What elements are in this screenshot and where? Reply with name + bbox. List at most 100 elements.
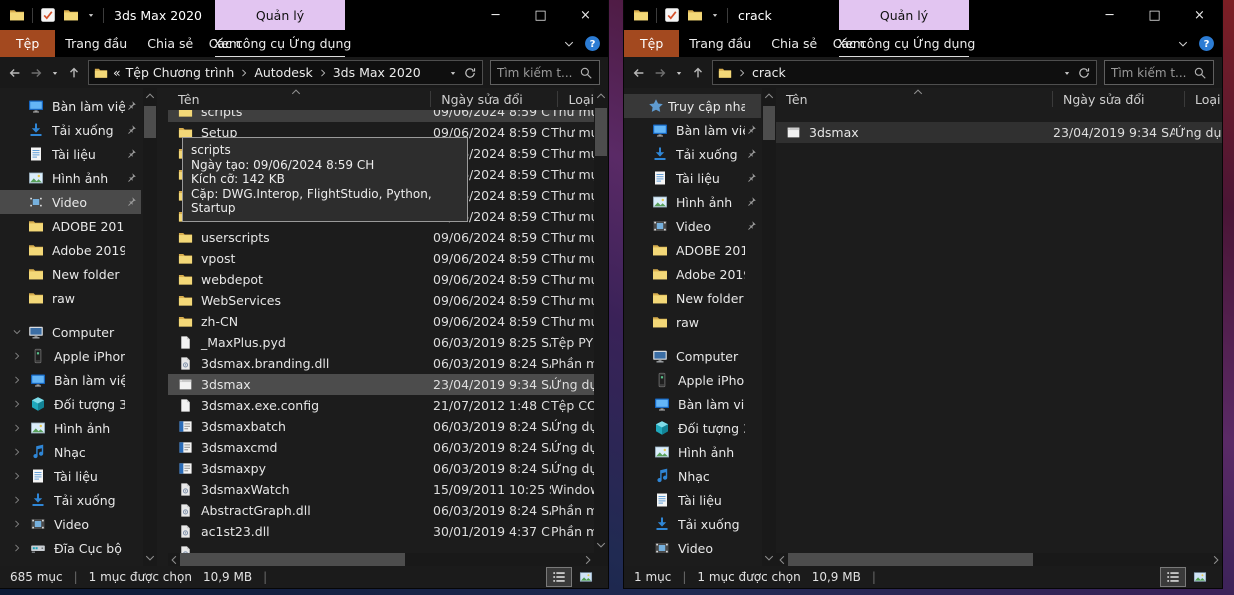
- thumbnails-view-button[interactable]: [574, 568, 598, 586]
- sidebar-item-t-i-li-u[interactable]: Tài liệu: [624, 488, 761, 512]
- maximize-button[interactable]: □: [518, 0, 563, 30]
- properties-check-icon[interactable]: [664, 7, 680, 23]
- ribbon-expand-chevron-icon[interactable]: [1177, 38, 1189, 50]
- sidebar-item-adobe-2019[interactable]: Adobe 2019: [0, 238, 141, 262]
- search-box[interactable]: Tìm kiếm t...: [490, 60, 600, 85]
- forward-icon[interactable]: [29, 66, 43, 80]
- breadcrumb-segment[interactable]: crack: [752, 65, 786, 80]
- tab-application-tools[interactable]: Các công cụ Ứng dụng: [215, 30, 345, 57]
- file-row-scripts[interactable]: scripts09/06/2024 8:59 CHThư mục tệp: [168, 110, 594, 122]
- sidebar-item-t-i-xu-ng[interactable]: Tải xuống: [624, 142, 761, 166]
- breadcrumb-segment[interactable]: 3ds Max 2020: [333, 65, 421, 80]
- details-view-button[interactable]: [547, 568, 571, 586]
- column-header-type[interactable]: Loại: [1185, 91, 1222, 107]
- scroll-right-icon[interactable]: [582, 554, 594, 566]
- file-row-webdepot[interactable]: webdepot09/06/2024 8:59 CHThư mục tệp: [168, 269, 594, 290]
- scroll-up-icon[interactable]: [763, 90, 775, 102]
- tab-application-tools[interactable]: Các công cụ Ứng dụng: [839, 30, 969, 57]
- breadcrumb-segment[interactable]: Autodesk: [254, 65, 312, 80]
- tab-file[interactable]: Tệp: [0, 30, 55, 57]
- help-icon[interactable]: ?: [1198, 35, 1215, 52]
- refresh-icon[interactable]: [463, 66, 477, 80]
- search-box[interactable]: Tìm kiếm t...: [1104, 60, 1214, 85]
- file-row--maxplus-pyd[interactable]: _MaxPlus.pyd06/03/2019 8:25 SATệp PYD: [168, 332, 594, 353]
- sidebar-item-t-i-xu-ng[interactable]: Tải xuống: [624, 512, 761, 536]
- sidebar-item-h-nh-nh[interactable]: Hình ảnh: [0, 166, 141, 190]
- new-folder-icon[interactable]: [63, 7, 79, 23]
- up-icon[interactable]: [67, 66, 81, 80]
- column-header-type[interactable]: Loại: [558, 91, 594, 107]
- expand-chevron-icon[interactable]: [12, 375, 22, 385]
- up-icon[interactable]: [691, 66, 705, 80]
- sidebar-item-t-i-li-u[interactable]: Tài liệu: [0, 464, 141, 488]
- sidebar-item-b-n-l-m-vi-c[interactable]: Bàn làm việc: [0, 368, 141, 392]
- file-row-vpost[interactable]: vpost09/06/2024 8:59 CHThư mục tệp: [168, 248, 594, 269]
- ribbon-expand-chevron-icon[interactable]: [563, 38, 575, 50]
- back-icon[interactable]: [632, 66, 646, 80]
- scrollbar-thumb[interactable]: [144, 106, 156, 138]
- sidebar-item-apple-iphone[interactable]: Apple iPhone: [0, 344, 141, 368]
- expand-chevron-icon[interactable]: [12, 351, 22, 361]
- sidebar-item-video[interactable]: Video: [624, 536, 761, 560]
- scrollbar-thumb[interactable]: [180, 553, 405, 566]
- close-button[interactable]: ×: [563, 0, 608, 30]
- sidebar-item-video[interactable]: Video: [0, 190, 141, 214]
- scroll-down-icon[interactable]: [144, 552, 156, 564]
- file-row-3dsmax-branding-dll[interactable]: 3dsmax.branding.dll06/03/2019 8:24 SAPhầ…: [168, 353, 594, 374]
- scroll-right-icon[interactable]: [1210, 554, 1222, 566]
- sidebar-item-adobe-2019[interactable]: Adobe 2019: [624, 262, 761, 286]
- minimize-button[interactable]: ─: [473, 0, 518, 30]
- file-row-abstractgraph-dll[interactable]: AbstractGraph.dll06/03/2019 8:24 SAPhần …: [168, 500, 594, 521]
- file-row-3dsmaxwatch[interactable]: 3dsmaxWatch15/09/2011 10:25 SAWindows: [168, 479, 594, 500]
- column-header-date[interactable]: Ngày sửa đổi: [1053, 91, 1185, 107]
- manage-contextual-tab[interactable]: Quản lý: [839, 0, 969, 30]
- sidebar-item-t-i-xu-ng[interactable]: Tải xuống: [0, 118, 141, 142]
- breadcrumb-collapsed-marker[interactable]: «: [113, 65, 121, 80]
- thumbnails-view-button[interactable]: [1188, 568, 1212, 586]
- expand-chevron-icon[interactable]: [12, 471, 22, 481]
- list-vertical-scrollbar[interactable]: [594, 88, 608, 566]
- expand-chevron-icon[interactable]: [12, 543, 22, 553]
- sidebar-item-raw[interactable]: raw: [0, 286, 141, 310]
- tab-file[interactable]: Tệp: [624, 30, 679, 57]
- sidebar-item-nh-c[interactable]: Nhạc: [624, 464, 761, 488]
- file-row-3dsmax-exe-config[interactable]: 3dsmax.exe.config21/07/2012 1:48 CHTệp C…: [168, 395, 594, 416]
- sort-ascending-icon[interactable]: [290, 88, 302, 98]
- sidebar-item-b-n-l-m-vi-c[interactable]: Bàn làm việc: [624, 392, 761, 416]
- expand-chevron-icon[interactable]: [12, 423, 22, 433]
- sidebar-item-video[interactable]: Video: [0, 512, 141, 536]
- sidebar-item-h-nh-nh[interactable]: Hình ảnh: [624, 440, 761, 464]
- sort-ascending-icon[interactable]: [912, 88, 924, 98]
- sidebar-item--i-t-ng-3d[interactable]: Đối tượng 3D: [624, 416, 761, 440]
- sidebar-item-new-folder[interactable]: New folder: [624, 286, 761, 310]
- breadcrumb-segment[interactable]: Tệp Chương trình: [126, 65, 235, 80]
- tab-share[interactable]: Chia sẻ: [761, 30, 827, 57]
- recent-locations-chevron-icon[interactable]: [674, 68, 684, 78]
- close-button[interactable]: ×: [1177, 0, 1222, 30]
- collapse-chevron-icon[interactable]: [12, 327, 22, 337]
- file-row-webservices[interactable]: WebServices09/06/2024 8:59 CHThư mục tệp: [168, 290, 594, 311]
- manage-contextual-tab[interactable]: Quản lý: [215, 0, 345, 30]
- folder-icon[interactable]: [633, 7, 649, 23]
- back-icon[interactable]: [8, 66, 22, 80]
- file-row-ac1st23-dll[interactable]: ac1st23.dll30/01/2019 4:37 CHPhần mở rộn…: [168, 521, 594, 542]
- scrollbar-thumb[interactable]: [763, 106, 775, 140]
- breadcrumb[interactable]: crack: [712, 60, 1097, 85]
- address-dropdown-chevron-icon[interactable]: [448, 68, 458, 78]
- properties-check-icon[interactable]: [40, 7, 56, 23]
- horizontal-scrollbar[interactable]: [168, 553, 594, 566]
- scroll-up-icon[interactable]: [144, 90, 156, 102]
- sidebar-item-raw[interactable]: raw: [624, 310, 761, 334]
- recent-locations-chevron-icon[interactable]: [50, 68, 60, 78]
- refresh-icon[interactable]: [1077, 66, 1091, 80]
- file-row-3dsmaxpy[interactable]: 3dsmaxpy06/03/2019 8:24 SAỨng dụng: [168, 458, 594, 479]
- file-row-3dsmax[interactable]: 3dsmax23/04/2019 9:34 SAỨng dụng: [168, 374, 594, 395]
- scroll-up-icon[interactable]: [595, 90, 607, 102]
- scroll-left-icon[interactable]: [168, 554, 180, 566]
- folder-icon[interactable]: [9, 7, 25, 23]
- address-dropdown-chevron-icon[interactable]: [1062, 68, 1072, 78]
- sidebar-item-new-folder[interactable]: New folder: [0, 262, 141, 286]
- details-view-button[interactable]: [1161, 568, 1185, 586]
- sidebar-item-t-i-xu-ng[interactable]: Tải xuống: [0, 488, 141, 512]
- expand-chevron-icon[interactable]: [12, 495, 22, 505]
